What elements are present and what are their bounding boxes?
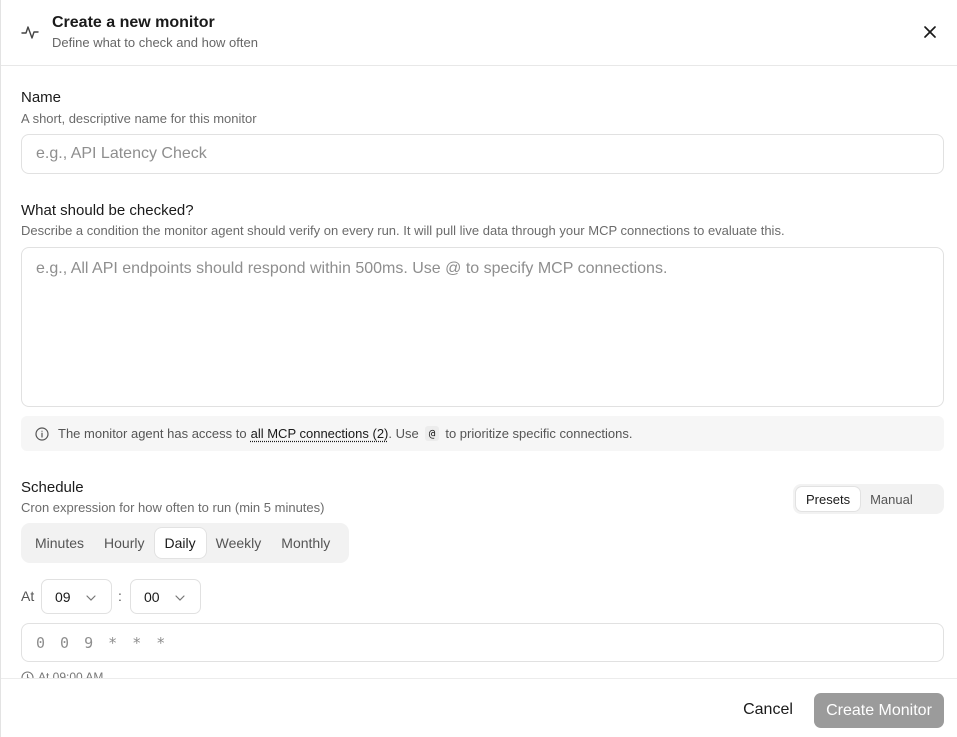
mode-manual-option[interactable]: Manual [860,487,923,511]
cancel-button[interactable]: Cancel [732,693,804,727]
mode-presets-option[interactable]: Presets [796,487,861,511]
frequency-daily[interactable]: Daily [154,528,206,558]
check-help-text: Describe a condition the monitor agent s… [21,223,785,238]
at-label: At [21,588,35,604]
minute-value: 00 [144,588,160,605]
hour-select[interactable]: 09 [41,579,112,614]
at-symbol-code: @ [424,426,440,441]
dialog-footer: Cancel Create Monitor [1,678,957,737]
dialog-header: Create a new monitor Define what to chec… [1,0,957,66]
chevron-down-icon [85,591,97,603]
hour-value: 09 [55,588,71,605]
info-icon [35,426,49,441]
dialog-subtitle: Define what to check and how often [52,35,258,50]
schedule-mode-toggle: Presets Manual [793,484,944,514]
close-icon[interactable] [919,21,941,43]
schedule-label: Schedule [21,479,84,496]
frequency-weekly[interactable]: Weekly [206,528,272,558]
frequency-monthly[interactable]: Monthly [271,528,340,558]
mcp-info-banner: The monitor agent has access to all MCP … [21,416,944,451]
activity-icon [20,22,40,42]
frequency-selector: Minutes Hourly Daily Weekly Monthly [21,523,349,563]
time-separator: : [118,588,122,604]
frequency-minutes[interactable]: Minutes [25,528,94,558]
create-monitor-dialog: Create a new monitor Define what to chec… [0,0,957,737]
info-text-before: The monitor agent has access to [58,426,247,441]
name-input[interactable] [21,134,944,174]
create-monitor-button[interactable]: Create Monitor [814,693,944,728]
info-text-after: to prioritize specific connections. [445,426,633,441]
check-label: What should be checked? [21,202,194,219]
frequency-hourly[interactable]: Hourly [94,528,154,558]
info-text-middle: . Use [388,426,419,441]
minute-select[interactable]: 00 [130,579,201,614]
chevron-down-icon [174,591,186,603]
cron-expression-field[interactable]: 0 0 9 * * * [21,623,944,662]
mcp-connections-link[interactable]: all MCP connections (2) [251,426,389,441]
dialog-title: Create a new monitor [52,14,215,31]
schedule-help-text: Cron expression for how often to run (mi… [21,500,325,515]
check-condition-textarea[interactable] [21,247,944,407]
name-help-text: A short, descriptive name for this monit… [21,111,257,126]
name-label: Name [21,89,62,106]
